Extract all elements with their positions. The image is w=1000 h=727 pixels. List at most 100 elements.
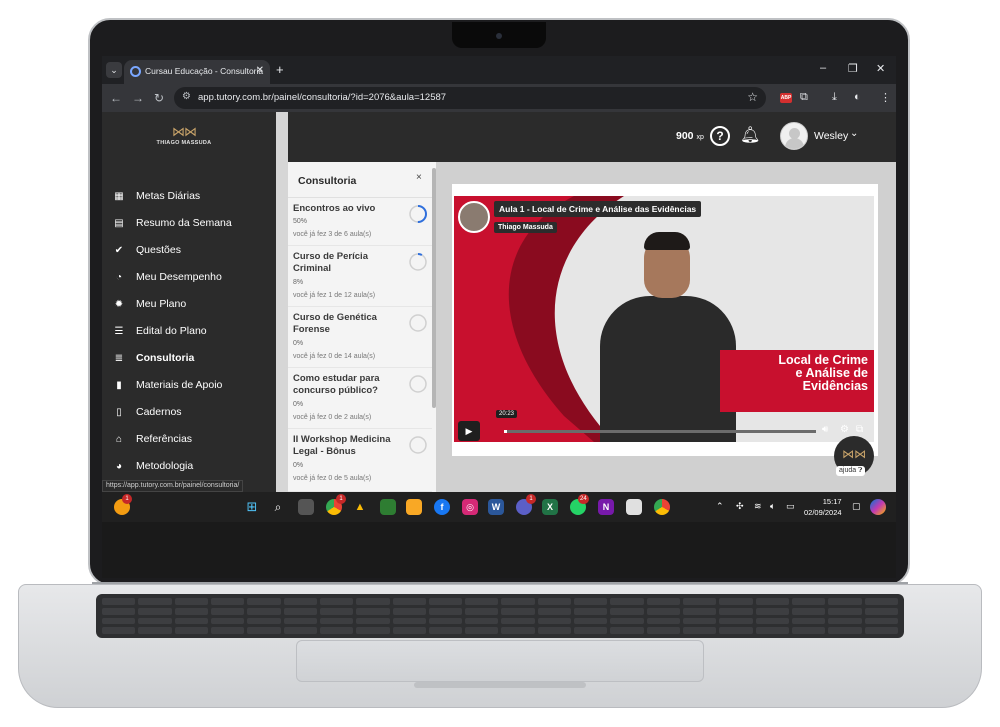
forward-arrow-icon[interactable]: → <box>132 91 144 105</box>
new-tab-button[interactable]: + <box>276 62 284 77</box>
speaker-icon[interactable]: 🔈︎ <box>770 501 775 512</box>
progress-ring-track <box>409 253 427 271</box>
photos-icon[interactable] <box>380 499 396 515</box>
notification-bell-icon[interactable]: 🔔︎ <box>740 125 760 145</box>
sidebar-item-meu-plano[interactable]: ✹ Meu Plano <box>110 295 186 313</box>
keyboard-key <box>102 627 136 634</box>
address-bar[interactable]: ⚙ app.tutory.com.br/painel/consultoria/?… <box>174 87 766 109</box>
banner-text: Local de Crime e Análise de Evidências <box>778 353 868 393</box>
chrome-profile-icon[interactable] <box>654 499 670 515</box>
keyboard-key <box>646 607 681 615</box>
keyboard <box>96 594 904 638</box>
keyboard-key <box>719 607 753 615</box>
sidebar-item-metas-diarias[interactable]: ▦ Metas Diárias <box>110 187 200 205</box>
sidebar-item-label: Questões <box>136 244 181 256</box>
notification-icon[interactable]: ▢ <box>852 501 861 512</box>
tray-app-icon[interactable]: ✣ <box>736 501 744 512</box>
course-item[interactable]: II Workshop Medicina Legal - Bônus 0% vo… <box>288 429 432 492</box>
panel-close-button[interactable]: × <box>416 172 422 183</box>
sidebar-item-label: Materiais de Apoio <box>136 379 223 391</box>
search-icon[interactable]: ⌕ <box>270 499 286 515</box>
tab-search-button[interactable]: ⌄ <box>106 62 122 78</box>
keyboard-key <box>610 598 644 605</box>
help-widget-label[interactable]: ajuda ❓︎ <box>836 466 866 476</box>
instagram-icon[interactable]: ◎ <box>462 499 478 515</box>
keyboard-key <box>283 627 317 634</box>
keyboard-key <box>428 617 463 625</box>
brain-icon: ◕ <box>115 460 123 472</box>
close-window-button[interactable]: ✕ <box>876 62 885 75</box>
keyboard-key <box>428 627 463 634</box>
user-name[interactable]: Wesley <box>814 130 848 142</box>
play-icon[interactable]: ▶ <box>458 421 480 441</box>
extensions-puzzle-icon[interactable]: ⧉ <box>800 91 808 104</box>
keyboard-key <box>465 627 499 634</box>
battery-icon[interactable]: ▭ <box>786 501 795 512</box>
windows-start-icon[interactable]: ⊞ <box>244 499 260 515</box>
keyboard-key <box>102 598 136 605</box>
tray-chevron-icon[interactable]: ⌃ <box>716 501 724 512</box>
video-author[interactable]: Thiago Massuda <box>494 222 557 233</box>
bookmark-star-icon[interactable]: ☆ <box>747 90 758 104</box>
settings-gear-icon[interactable]: ⚙ <box>840 424 849 435</box>
course-item[interactable]: Como estudar para concurso público? 0% v… <box>288 368 432 429</box>
download-icon[interactable]: ⤓ <box>832 91 837 104</box>
sidebar-item-consultoria[interactable]: ≣ Consultoria <box>110 349 195 367</box>
video-player[interactable]: Local de Crime e Análise de Evidências A… <box>454 196 874 442</box>
keyboard-key <box>210 598 245 605</box>
course-lesson-count: você já fez 0 de 5 aula(s) <box>293 475 372 482</box>
help-question-icon[interactable]: ? <box>710 126 730 146</box>
sidebar-item-referencias[interactable]: ⌂ Referências <box>110 430 192 448</box>
snipping-tool-icon[interactable] <box>626 499 642 515</box>
browser-tab[interactable]: Cursau Educação - Consultoria ✕ <box>124 60 270 84</box>
keyboard-key <box>138 627 172 634</box>
task-view-icon[interactable] <box>298 499 314 515</box>
word-icon[interactable]: W <box>488 499 504 515</box>
course-item[interactable]: Curso de Genética Forense 0% você já fez… <box>288 307 432 368</box>
sidebar-scrollbar[interactable] <box>276 112 288 492</box>
pip-icon[interactable]: ⧉ <box>856 424 863 435</box>
avatar[interactable] <box>780 122 808 150</box>
course-item[interactable]: Curso de Perícia Criminal 8% você já fez… <box>288 246 432 307</box>
keyboard-key <box>683 607 717 615</box>
google-drive-icon[interactable]: ▲ <box>352 499 368 515</box>
system-clock[interactable]: 15:17 02/09/2024 <box>804 496 842 518</box>
keyboard-key <box>283 617 317 625</box>
sidebar-item-questoes[interactable]: ✔ Questões <box>110 241 181 259</box>
video-title[interactable]: Aula 1 - Local de Crime e Análise das Ev… <box>494 201 702 217</box>
sidebar-item-desempenho[interactable]: ◔ Meu Desempenho <box>110 268 222 286</box>
sidebar-item-edital[interactable]: ☰ Edital do Plano <box>110 322 207 340</box>
tab-title: Cursau Educação - Consultoria <box>145 66 264 76</box>
keyboard-key <box>465 598 499 605</box>
course-item[interactable]: Encontros ao vivo 50% você já fez 3 de 6… <box>288 198 432 246</box>
minimize-button[interactable]: – <box>820 62 826 74</box>
facebook-icon[interactable]: f <box>434 499 450 515</box>
reload-icon[interactable]: ↻ <box>154 91 164 105</box>
url-text: app.tutory.com.br/painel/consultoria/?id… <box>198 92 447 103</box>
sidebar-item-cadernos[interactable]: ▯ Cadernos <box>110 403 181 421</box>
back-arrow-icon[interactable]: ← <box>110 91 122 105</box>
sidebar-item-label: Metodologia <box>136 460 194 472</box>
adblock-extension-icon[interactable]: ABP <box>780 93 792 103</box>
sidebar-item-resumo-semana[interactable]: ▤ Resumo da Semana <box>110 214 231 232</box>
browser-menu-icon[interactable]: ⋮ <box>880 91 891 104</box>
copilot-icon[interactable] <box>870 499 886 515</box>
profile-icon[interactable]: ◐ <box>854 91 861 103</box>
tab-close-button[interactable]: ✕ <box>256 65 264 76</box>
sidebar-item-materiais[interactable]: ▮ Materiais de Apoio <box>110 376 222 394</box>
brand-logo[interactable]: ⋈⋈ THIAGO MASSUDA <box>154 124 214 146</box>
seek-bar[interactable] <box>504 430 816 433</box>
panel-scrollbar[interactable] <box>432 168 436 408</box>
file-explorer-icon[interactable] <box>406 499 422 515</box>
sidebar-item-metodologia[interactable]: ◕ Metodologia <box>110 457 193 475</box>
site-info-icon[interactable]: ⚙ <box>182 91 191 102</box>
chevron-down-icon[interactable]: ⌄ <box>850 128 858 139</box>
maximize-button[interactable]: ❐ <box>848 62 858 75</box>
excel-icon[interactable]: X <box>542 499 558 515</box>
wifi-icon[interactable]: ≋ <box>754 501 762 512</box>
video-controls: ▶ 20:23 🔊︎ ⚙ ⧉ <box>454 410 874 442</box>
keyboard-key <box>356 598 390 605</box>
onenote-icon[interactable]: N <box>598 499 614 515</box>
channel-avatar[interactable] <box>458 201 490 233</box>
volume-icon[interactable]: 🔊︎ <box>822 424 828 435</box>
